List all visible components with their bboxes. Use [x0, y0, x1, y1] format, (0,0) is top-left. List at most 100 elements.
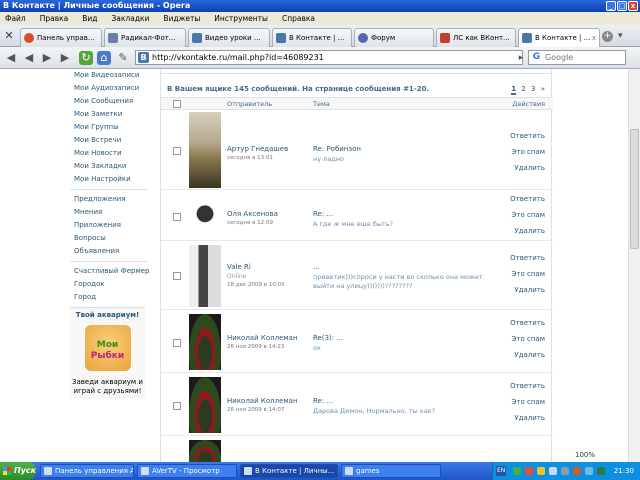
menu-edit[interactable]: Правка: [40, 12, 69, 25]
nav-my-notes[interactable]: Мои Заметки: [70, 108, 148, 121]
task-games[interactable]: games: [341, 464, 441, 478]
reply-link[interactable]: Ответить: [510, 382, 545, 398]
row-checkbox[interactable]: [173, 147, 181, 155]
home-icon[interactable]: ⌂: [97, 51, 111, 65]
tab-forum[interactable]: Форум: [354, 28, 434, 47]
spam-link[interactable]: Это спам: [510, 270, 545, 286]
reply-link[interactable]: Ответить: [510, 254, 545, 270]
nav-my-settings[interactable]: Мои Настройки: [70, 173, 148, 186]
select-all-checkbox[interactable]: [173, 100, 181, 108]
row-checkbox[interactable]: [173, 272, 181, 280]
nav-happy-farmer[interactable]: Счастливый Фермер: [70, 265, 150, 278]
page-link[interactable]: 3: [531, 85, 535, 93]
sender-name[interactable]: Vale Ri: [227, 263, 311, 271]
row-checkbox[interactable]: [173, 213, 181, 221]
delete-link[interactable]: Удалить: [510, 414, 545, 430]
tab-panel[interactable]: Панель управ...: [20, 28, 102, 47]
menu-tools[interactable]: Инструменты: [214, 12, 268, 25]
nav-opinions[interactable]: Мнения: [70, 206, 148, 219]
forward-icon[interactable]: ▶: [40, 51, 54, 65]
minimize-icon[interactable]: _: [606, 1, 616, 11]
spam-link[interactable]: Это спам: [510, 398, 545, 414]
task-avertv[interactable]: AVerTV - Просмотр: [137, 464, 237, 478]
avatar[interactable]: [189, 194, 221, 238]
task-opera[interactable]: В Контакте | Личны...: [240, 464, 338, 478]
message-subject[interactable]: Re: ...: [313, 397, 505, 405]
nav-my-audio[interactable]: Мои Аудиозаписи: [70, 82, 148, 95]
tab-vk-1[interactable]: В Контакте | ...: [272, 28, 352, 47]
page-link[interactable]: 2: [521, 85, 525, 93]
tools-menu-icon[interactable]: ✕: [2, 29, 16, 43]
message-subject[interactable]: Re(3): ...: [313, 334, 505, 342]
nav-my-videos[interactable]: Мои Видеозаписи: [70, 69, 148, 82]
nav-ads[interactable]: Объявления: [70, 245, 148, 258]
nav-my-groups[interactable]: Мои Группы: [70, 121, 148, 134]
tray-antivirus-icon[interactable]: [597, 467, 605, 475]
spam-link[interactable]: Это спам: [510, 148, 545, 164]
nav-offers[interactable]: Предложения: [70, 193, 148, 206]
avatar[interactable]: [189, 245, 221, 307]
row-checkbox[interactable]: [173, 402, 181, 410]
reply-link[interactable]: Ответить: [510, 132, 545, 148]
spam-link[interactable]: Это спам: [510, 211, 545, 227]
maximize-icon[interactable]: □: [617, 1, 627, 11]
tab-vk-active[interactable]: В Контакте | ... x: [518, 28, 600, 47]
delete-link[interactable]: Удалить: [510, 227, 545, 243]
message-preview[interactable]: приветик)))спроси у насти во сколько она…: [313, 273, 505, 291]
scroll-thumb[interactable]: [630, 129, 639, 249]
new-tab-icon[interactable]: +: [602, 31, 613, 42]
tab-ls[interactable]: ЛС как ВКонт...: [436, 28, 516, 47]
tab-close-icon[interactable]: x: [592, 29, 596, 47]
tray-shield-icon[interactable]: [525, 467, 533, 475]
delete-link[interactable]: Удалить: [510, 164, 545, 180]
tray-display-icon[interactable]: [585, 467, 593, 475]
nav-gorodok[interactable]: Городок: [70, 278, 148, 291]
tray-app-icon[interactable]: [513, 467, 521, 475]
sender-name[interactable]: Николай Коллеман: [227, 397, 311, 405]
nav-apps[interactable]: Приложения: [70, 219, 148, 232]
delete-link[interactable]: Удалить: [510, 351, 545, 367]
page-link[interactable]: 1: [511, 85, 517, 95]
page-next[interactable]: »: [541, 85, 545, 93]
avatar[interactable]: [189, 440, 221, 462]
tray-warning-icon[interactable]: [537, 467, 545, 475]
spam-link[interactable]: Это спам: [510, 335, 545, 351]
nav-gorod[interactable]: Город: [70, 291, 148, 304]
back-arrow-icon[interactable]: ◀: [22, 51, 36, 65]
sender-name[interactable]: Оля Аксенова: [227, 210, 311, 218]
reload-icon[interactable]: ↻: [79, 51, 93, 65]
message-preview[interactable]: Дарова Димон, Нормально, ты как?: [313, 407, 505, 416]
aquarium-promo[interactable]: Твой аквариум! Мои Рыбки Заведи аквариум…: [70, 307, 145, 399]
back-icon[interactable]: ◀: [4, 51, 18, 65]
message-preview[interactable]: ну ладно: [313, 155, 505, 164]
nav-my-news[interactable]: Мои Новости: [70, 147, 148, 160]
vertical-scrollbar[interactable]: [628, 69, 640, 462]
tab-radikal[interactable]: Радикал-Фот...: [104, 28, 186, 47]
sender-name[interactable]: Артур Гнедашев: [227, 145, 311, 153]
menu-file[interactable]: Файл: [5, 12, 26, 25]
nav-questions[interactable]: Вопросы: [70, 232, 148, 245]
message-subject[interactable]: Re: ...: [313, 210, 505, 218]
tray-volume-icon[interactable]: [561, 467, 569, 475]
go-icon[interactable]: ▸: [514, 51, 528, 65]
nav-my-events[interactable]: Мои Встречи: [70, 134, 148, 147]
reply-link[interactable]: Ответить: [510, 319, 545, 335]
message-preview[interactable]: А где ж мне еще быть?: [313, 220, 505, 229]
search-input[interactable]: G Google: [528, 50, 626, 65]
language-indicator[interactable]: EN: [496, 466, 507, 476]
menu-bookmarks[interactable]: Закладки: [112, 12, 150, 25]
nav-my-messages[interactable]: Мои Сообщения: [70, 95, 148, 108]
message-subject[interactable]: Re: Робинзон: [313, 145, 505, 153]
tab-video[interactable]: Видео уроки ...: [188, 28, 270, 47]
avatar[interactable]: [189, 314, 221, 370]
task-control-panel[interactable]: Панель управления AV...: [40, 464, 134, 478]
aquarium-logo[interactable]: Мои Рыбки: [84, 325, 131, 371]
nav-my-bookmarks[interactable]: Мои Закладки: [70, 160, 148, 173]
address-input[interactable]: B http://vkontakte.ru/mail.php?id=460892…: [135, 50, 523, 65]
zoom-level[interactable]: 100%: [575, 450, 595, 461]
message-subject[interactable]: ...: [313, 263, 505, 271]
edit-icon[interactable]: ✎: [116, 51, 130, 65]
tray-network-icon[interactable]: [549, 467, 557, 475]
delete-link[interactable]: Удалить: [510, 286, 545, 302]
fast-forward-icon[interactable]: ▶: [58, 51, 72, 65]
